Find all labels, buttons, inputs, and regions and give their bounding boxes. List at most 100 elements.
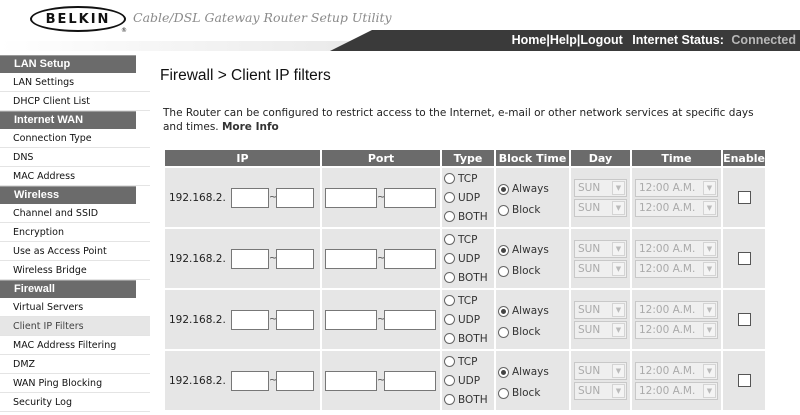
time-from-select[interactable]: 12:00 A.M. ▼	[635, 239, 718, 258]
enable-checkbox[interactable]	[737, 313, 751, 326]
ip-start-input[interactable]	[231, 370, 269, 391]
page-title: Firewall > Client IP filters	[160, 67, 331, 84]
sidebar-item-use-as-access-point[interactable]: Use as Access Point	[0, 242, 150, 261]
sidebar-item-mac-address-filtering[interactable]: MAC Address Filtering	[0, 336, 150, 355]
type-option-both[interactable]: BOTH	[442, 329, 494, 348]
column-header-block-time: Block Time	[496, 150, 569, 166]
day-to-select[interactable]: SUN ▼	[574, 259, 627, 278]
block-time-cell: Always Block	[496, 351, 569, 410]
port-end-input[interactable]	[384, 187, 436, 208]
time-to-select[interactable]: 12:00 A.M. ▼	[635, 198, 718, 217]
day-to-value: SUN	[578, 384, 601, 397]
sidebar-item-dns[interactable]: DNS	[0, 148, 150, 167]
sidebar-item-security-log[interactable]: Security Log	[0, 393, 150, 412]
port-range: ~	[322, 309, 440, 330]
enable-checkbox[interactable]	[737, 191, 751, 204]
type-option-tcp[interactable]: TCP	[442, 291, 494, 310]
sidebar-item-wireless-bridge[interactable]: Wireless Bridge	[0, 261, 150, 280]
block-option-block[interactable]: Block	[496, 322, 569, 343]
range-separator: ~	[269, 314, 278, 325]
ip-start-input[interactable]	[231, 187, 269, 208]
type-option-udp[interactable]: UDP	[442, 249, 494, 268]
port-start-input[interactable]	[325, 370, 377, 391]
block-option-block[interactable]: Block	[496, 200, 569, 221]
radio-selected-icon	[498, 244, 509, 256]
day-to-select[interactable]: SUN ▼	[574, 198, 627, 217]
type-option-udp[interactable]: UDP	[442, 188, 494, 207]
column-header-port: Port	[322, 150, 440, 166]
enable-checkbox[interactable]	[737, 252, 751, 265]
time-to-select[interactable]: 12:00 A.M. ▼	[635, 320, 718, 339]
port-end-input[interactable]	[384, 370, 436, 391]
ip-prefix: 192.168.2.	[169, 313, 226, 326]
time-to-select[interactable]: 12:00 A.M. ▼	[635, 259, 718, 278]
time-from-select[interactable]: 12:00 A.M. ▼	[635, 361, 718, 380]
type-cell: TCP UDP BOTH	[442, 229, 494, 288]
sidebar-item-mac-address[interactable]: MAC Address	[0, 167, 150, 186]
port-start-input[interactable]	[325, 248, 377, 269]
port-end-input[interactable]	[384, 248, 436, 269]
day-from-value: SUN	[578, 303, 601, 316]
day-from-select[interactable]: SUN ▼	[574, 361, 627, 380]
home-link[interactable]: Home	[512, 33, 547, 47]
type-option-both[interactable]: BOTH	[442, 207, 494, 226]
enable-cell	[723, 290, 765, 349]
time-to-select[interactable]: 12:00 A.M. ▼	[635, 381, 718, 400]
day-to-select[interactable]: SUN ▼	[574, 381, 627, 400]
ip-start-input[interactable]	[231, 248, 269, 269]
time-cell: 12:00 A.M. ▼ 12:00 A.M. ▼	[632, 168, 721, 227]
block-time-cell: Always Block	[496, 168, 569, 227]
time-from-select[interactable]: 12:00 A.M. ▼	[635, 300, 718, 319]
block-option-label: Block	[512, 265, 541, 277]
port-end-input[interactable]	[384, 309, 436, 330]
app-title: Cable/DSL Gateway Router Setup Utility	[133, 10, 392, 25]
port-start-input[interactable]	[325, 187, 377, 208]
type-option-udp[interactable]: UDP	[442, 371, 494, 390]
time-cell: 12:00 A.M. ▼ 12:00 A.M. ▼	[632, 351, 721, 410]
radio-icon	[444, 234, 455, 245]
chevron-down-icon: ▼	[703, 180, 716, 195]
more-info-link[interactable]: More Info	[222, 121, 279, 133]
sidebar-item-lan-settings[interactable]: LAN Settings	[0, 73, 150, 92]
ip-end-input[interactable]	[276, 309, 314, 330]
enable-checkbox[interactable]	[737, 374, 751, 387]
type-cell: TCP UDP BOTH	[442, 351, 494, 410]
help-link[interactable]: Help	[550, 33, 577, 47]
sidebar-item-wan-ping-blocking[interactable]: WAN Ping Blocking	[0, 374, 150, 393]
sidebar-item-channel-and-ssid[interactable]: Channel and SSID	[0, 204, 150, 223]
chevron-down-icon: ▼	[612, 180, 625, 195]
radio-icon	[498, 265, 509, 277]
ip-end-input[interactable]	[276, 248, 314, 269]
day-from-select[interactable]: SUN ▼	[574, 239, 627, 258]
sidebar-item-dmz[interactable]: DMZ	[0, 355, 150, 374]
ip-end-input[interactable]	[276, 187, 314, 208]
block-option-always[interactable]: Always	[496, 240, 569, 261]
block-option-always[interactable]: Always	[496, 362, 569, 383]
sidebar-section-internet-wan: Internet WAN Connection Type DNS MAC Add…	[0, 111, 150, 186]
type-option-udp[interactable]: UDP	[442, 310, 494, 329]
type-option-tcp[interactable]: TCP	[442, 230, 494, 249]
port-start-input[interactable]	[325, 309, 377, 330]
sidebar-item-client-ip-filters[interactable]: Client IP Filters	[0, 317, 150, 336]
block-option-always[interactable]: Always	[496, 179, 569, 200]
day-from-select[interactable]: SUN ▼	[574, 300, 627, 319]
block-option-block[interactable]: Block	[496, 261, 569, 282]
sidebar-item-dhcp-client-list[interactable]: DHCP Client List	[0, 92, 150, 111]
logout-link[interactable]: Logout	[580, 33, 622, 47]
type-option-tcp[interactable]: TCP	[442, 352, 494, 371]
column-header-enable: Enable	[723, 150, 765, 166]
day-from-select[interactable]: SUN ▼	[574, 178, 627, 197]
type-option-both[interactable]: BOTH	[442, 390, 494, 409]
sidebar-item-virtual-servers[interactable]: Virtual Servers	[0, 298, 150, 317]
radio-icon	[444, 295, 455, 306]
sidebar-item-connection-type[interactable]: Connection Type	[0, 129, 150, 148]
ip-start-input[interactable]	[231, 309, 269, 330]
block-option-block[interactable]: Block	[496, 383, 569, 404]
time-from-select[interactable]: 12:00 A.M. ▼	[635, 178, 718, 197]
type-option-tcp[interactable]: TCP	[442, 169, 494, 188]
block-option-always[interactable]: Always	[496, 301, 569, 322]
day-to-select[interactable]: SUN ▼	[574, 320, 627, 339]
type-option-both[interactable]: BOTH	[442, 268, 494, 287]
ip-end-input[interactable]	[276, 370, 314, 391]
sidebar-item-encryption[interactable]: Encryption	[0, 223, 150, 242]
